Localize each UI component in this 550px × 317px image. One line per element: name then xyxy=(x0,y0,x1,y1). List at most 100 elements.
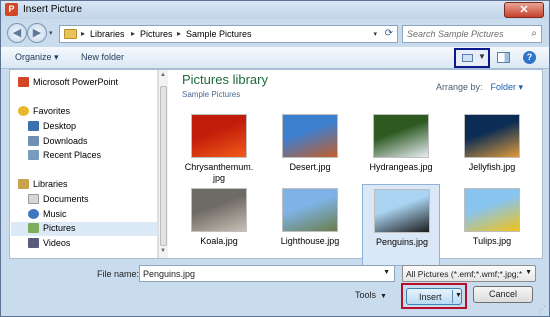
file-name-line-2: jpg xyxy=(212,173,225,183)
nav-scrollbar[interactable]: ▲ ▼ xyxy=(158,70,168,258)
breadcrumb-libraries[interactable]: Libraries xyxy=(90,29,125,39)
refresh-icon[interactable]: ⟳ xyxy=(385,28,393,39)
thumbnail-item[interactable]: Penguins.jpg xyxy=(362,184,440,266)
address-bar[interactable]: ▸ Libraries ▸ Pictures ▸ Sample Pictures… xyxy=(59,25,398,43)
thumbnail-caption: Koala.jpg xyxy=(180,236,258,247)
thumbnail-item[interactable]: Koala.jpg xyxy=(180,184,258,266)
thumbnail-item[interactable]: Desert.jpg xyxy=(271,110,349,192)
forward-button[interactable]: ▶ xyxy=(27,23,47,43)
nav-item-label: Microsoft PowerPoint xyxy=(33,77,119,87)
preview-pane-icon[interactable] xyxy=(497,52,510,63)
scrollbar-thumb[interactable] xyxy=(160,86,167,246)
nav-item-label: Recent Places xyxy=(43,150,102,160)
chevron-down-icon: ▼ xyxy=(525,269,532,276)
insert-label: Insert xyxy=(419,292,442,302)
thumbnail-caption: Chrysanthemum. jpg xyxy=(180,162,258,184)
file-name-line: Lighthouse.jpg xyxy=(280,236,340,246)
window-title: Insert Picture xyxy=(23,4,82,15)
file-name-label: File name: xyxy=(97,269,140,279)
thumbnail-caption: Jellyfish.jpg xyxy=(453,162,531,173)
thumbnail-image xyxy=(464,188,520,232)
nav-item-favorites[interactable]: Favorites xyxy=(18,105,70,118)
help-icon[interactable]: ? xyxy=(523,51,536,64)
desktop-icon xyxy=(28,121,39,131)
scroll-down-icon[interactable]: ▼ xyxy=(160,248,166,254)
breadcrumb-pictures[interactable]: Pictures xyxy=(140,29,173,39)
file-name-field[interactable]: Penguins.jpg ▼ xyxy=(139,265,395,282)
nav-item-label: Downloads xyxy=(43,136,88,146)
insert-button[interactable]: Insert ▼ xyxy=(406,288,462,305)
nav-item-downloads[interactable]: Downloads xyxy=(28,135,88,148)
file-type-filter-select[interactable]: All Pictures (*.emf;*.wmf;*.jpg;* ▼ xyxy=(402,265,536,282)
navigation-pane: Microsoft PowerPoint Favorites Desktop D… xyxy=(10,70,158,258)
file-list-area: Pictures library Sample Pictures Arrange… xyxy=(170,70,542,266)
folder-icon xyxy=(64,29,77,39)
nav-item-label: Desktop xyxy=(43,121,77,131)
thumbnail-item[interactable]: Tulips.jpg xyxy=(453,184,531,266)
scroll-up-icon[interactable]: ▲ xyxy=(160,72,166,78)
nav-item-music[interactable]: Music xyxy=(28,208,67,221)
thumbnail-image xyxy=(464,114,520,158)
libraries-icon xyxy=(18,179,29,189)
address-dropdown-icon[interactable]: ▾ xyxy=(373,30,377,38)
nav-item-label: Documents xyxy=(43,194,89,204)
library-subtitle[interactable]: Sample Pictures xyxy=(182,90,240,99)
nav-item-label: Music xyxy=(43,209,67,219)
documents-icon xyxy=(28,194,39,204)
organize-menu-button[interactable]: Organize ▾ xyxy=(15,52,59,63)
chevron-down-icon: ▼ xyxy=(380,293,387,300)
insert-picture-dialog: P Insert Picture ✕ ◀ ▶ ▾ ▸ Libraries ▸ P… xyxy=(0,0,550,317)
thumbnail-item[interactable]: Hydrangeas.jpg xyxy=(362,110,440,192)
file-type-filter-value: All Pictures (*.emf;*.wmf;*.jpg;* xyxy=(406,269,522,279)
arrange-by-dropdown[interactable]: Folder ▾ xyxy=(491,82,524,92)
breadcrumb-sample-pictures[interactable]: Sample Pictures xyxy=(186,29,252,39)
powerpoint-icon xyxy=(18,77,29,87)
nav-item-desktop[interactable]: Desktop xyxy=(28,120,76,133)
nav-item-label: Favorites xyxy=(33,106,71,116)
nav-item-powerpoint[interactable]: Microsoft PowerPoint xyxy=(18,76,118,89)
chevron-down-icon[interactable]: ▼ xyxy=(383,269,390,276)
nav-item-pictures[interactable]: Pictures xyxy=(28,222,76,235)
thumbnail-item[interactable]: Chrysanthemum. jpg xyxy=(180,110,258,192)
file-name-line: Penguins.jpg xyxy=(375,237,429,247)
powerpoint-app-icon: P xyxy=(5,3,18,16)
nav-item-libraries[interactable]: Libraries xyxy=(18,178,68,191)
thumbnail-image xyxy=(282,114,338,158)
thumbnail-item[interactable]: Jellyfish.jpg xyxy=(453,110,531,192)
file-name-line: Chrysanthemum. xyxy=(184,162,254,172)
thumbnail-caption: Penguins.jpg xyxy=(363,237,441,248)
navigation-bar: ◀ ▶ ▾ ▸ Libraries ▸ Pictures ▸ Sample Pi… xyxy=(1,19,549,47)
cancel-button[interactable]: Cancel xyxy=(473,286,533,303)
tools-menu-button[interactable]: Tools ▼ xyxy=(355,290,387,300)
close-button[interactable]: ✕ xyxy=(504,2,544,18)
nav-item-videos[interactable]: Videos xyxy=(28,237,70,250)
back-button[interactable]: ◀ xyxy=(7,23,27,43)
star-icon xyxy=(18,106,29,116)
nav-item-documents[interactable]: Documents xyxy=(28,193,89,206)
new-folder-button[interactable]: New folder xyxy=(81,52,124,62)
insert-highlight-frame: Insert ▼ xyxy=(401,283,467,309)
thumbnail-caption: Lighthouse.jpg xyxy=(271,236,349,247)
thumbnail-item[interactable]: Lighthouse.jpg xyxy=(271,184,349,266)
recent-locations-dropdown-icon[interactable]: ▾ xyxy=(49,29,53,37)
music-icon xyxy=(28,209,39,219)
chevron-down-icon: ▼ xyxy=(478,52,486,61)
nav-item-recent-places[interactable]: Recent Places xyxy=(28,149,101,162)
recent-places-icon xyxy=(28,150,39,160)
thumbnail-caption: Hydrangeas.jpg xyxy=(362,162,440,173)
search-icon[interactable]: ⌕ xyxy=(531,28,537,39)
file-name-value[interactable]: Penguins.jpg xyxy=(143,269,195,279)
resize-grip-icon[interactable]: ⋰ xyxy=(538,305,546,314)
nav-item-label: Libraries xyxy=(33,179,68,189)
insert-options-dropdown-icon[interactable]: ▼ xyxy=(455,292,462,299)
breadcrumb-separator[interactable]: ▸ xyxy=(81,29,85,38)
thumbnail-image xyxy=(374,189,430,233)
breadcrumb-separator[interactable]: ▸ xyxy=(177,29,181,38)
videos-icon xyxy=(28,238,39,248)
dialog-footer: File name: Penguins.jpg ▼ All Pictures (… xyxy=(1,259,549,317)
change-view-button[interactable]: ▼ xyxy=(454,48,490,68)
breadcrumb-separator[interactable]: ▸ xyxy=(131,29,135,38)
thumbnail-image xyxy=(373,114,429,158)
downloads-icon xyxy=(28,136,39,146)
search-input[interactable]: Search Sample Pictures ⌕ xyxy=(402,25,542,43)
